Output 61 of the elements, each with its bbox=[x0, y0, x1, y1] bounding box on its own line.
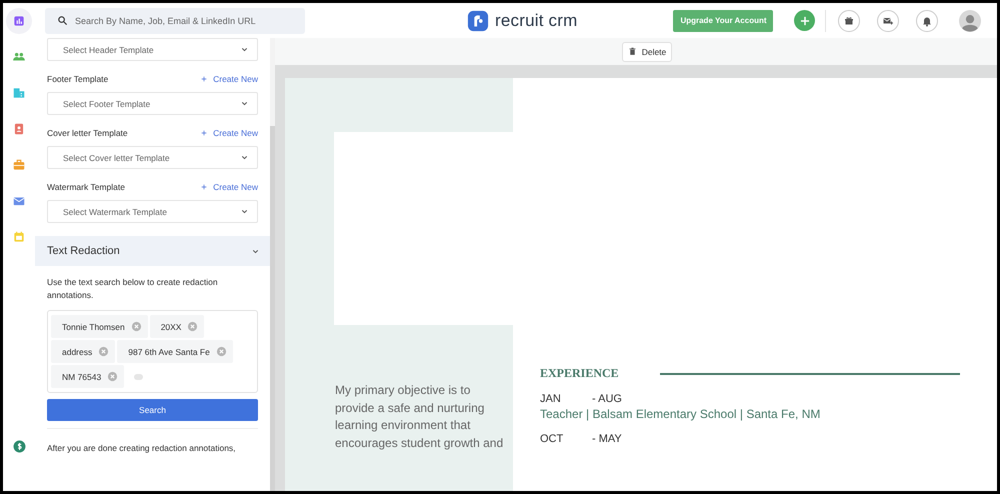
plus-icon bbox=[200, 183, 208, 191]
dollar-icon[interactable] bbox=[12, 440, 26, 452]
template-dropdown[interactable]: Select Header Template bbox=[47, 38, 258, 61]
template-dropdown[interactable]: Select Footer Template bbox=[47, 92, 258, 115]
objective-text: My primary objective is to provide a safe and nurturing learning environment that encourages student growth and bbox=[335, 382, 504, 452]
plus-icon bbox=[200, 129, 208, 137]
search-button[interactable]: Search bbox=[47, 399, 258, 421]
search-field[interactable]: Search By Name, Job, Email & LinkedIn URL bbox=[45, 8, 305, 34]
date-text: - AUG bbox=[592, 393, 622, 405]
chevron-icon bbox=[240, 99, 249, 108]
section-title: EXPERIENCE bbox=[540, 366, 620, 381]
nav-item[interactable] bbox=[6, 8, 32, 34]
icon-button[interactable] bbox=[877, 10, 900, 32]
add-button[interactable] bbox=[794, 10, 816, 31]
tag-chip[interactable]: NM 76543 bbox=[51, 365, 124, 388]
bell-icon bbox=[921, 14, 934, 26]
instructions-text: Use the text search below to create redaction annotations. bbox=[47, 276, 219, 302]
avatar-icon[interactable] bbox=[959, 10, 982, 32]
field-label: Watermark Template bbox=[47, 182, 125, 192]
search-icon bbox=[57, 14, 68, 26]
building-icon bbox=[12, 86, 26, 100]
tag-chip[interactable]: 987 6th Ave Santa Fe bbox=[117, 340, 233, 363]
chevron-icon bbox=[240, 153, 249, 162]
calendar-icon bbox=[12, 230, 26, 244]
remove-icon[interactable] bbox=[216, 346, 227, 357]
job-title: Teacher | Balsam Elementary School | Santa Fe, NM bbox=[540, 407, 822, 421]
field-label: Cover letter Template bbox=[47, 128, 128, 138]
create-new-link[interactable]: Create New bbox=[200, 182, 258, 192]
tag-input-box[interactable]: Tonnie Thomsen 20XX address 987 6th Ave Santa Fe NM 76543 bbox=[47, 310, 258, 393]
chevron-icon bbox=[240, 207, 249, 216]
instructions-text: After you are done creating redaction annotations, bbox=[47, 442, 237, 455]
field-label: Footer Template bbox=[47, 74, 108, 84]
date-text: OCT bbox=[540, 433, 564, 445]
tag-input-field[interactable] bbox=[134, 374, 144, 380]
contact-card-icon bbox=[12, 122, 26, 136]
logo-text: recruit crm bbox=[495, 10, 578, 30]
logo-icon bbox=[467, 10, 489, 32]
tag-chip[interactable]: Tonnie Thomsen bbox=[51, 315, 148, 338]
remove-icon[interactable] bbox=[107, 371, 118, 382]
create-new-link[interactable]: Create New bbox=[200, 128, 258, 138]
date-text: - MAY bbox=[592, 433, 622, 445]
icon-button[interactable] bbox=[838, 10, 860, 32]
template-dropdown[interactable]: Select Cover letter Template bbox=[47, 146, 258, 169]
accordion-header[interactable]: Text Redaction bbox=[35, 236, 270, 266]
plus-icon bbox=[200, 75, 208, 83]
scrollbar-thumb[interactable] bbox=[270, 126, 275, 491]
template-dropdown[interactable]: Select Watermark Template bbox=[47, 200, 258, 223]
delete-button[interactable]: Delete bbox=[622, 42, 672, 62]
chart-icon bbox=[12, 14, 26, 28]
remove-icon[interactable] bbox=[187, 321, 198, 332]
tag-chip[interactable]: address bbox=[51, 340, 116, 363]
tag-chip[interactable]: 20XX bbox=[150, 315, 204, 338]
trash-icon bbox=[628, 47, 637, 56]
remove-icon[interactable] bbox=[98, 346, 110, 357]
gift-icon bbox=[843, 14, 856, 26]
remove-icon[interactable] bbox=[130, 321, 142, 332]
create-new-link[interactable]: Create New bbox=[200, 74, 258, 84]
chevron-icon bbox=[240, 45, 249, 54]
icon-button[interactable] bbox=[916, 10, 938, 32]
briefcase-icon bbox=[12, 158, 26, 172]
date-text: JAN bbox=[540, 393, 562, 405]
